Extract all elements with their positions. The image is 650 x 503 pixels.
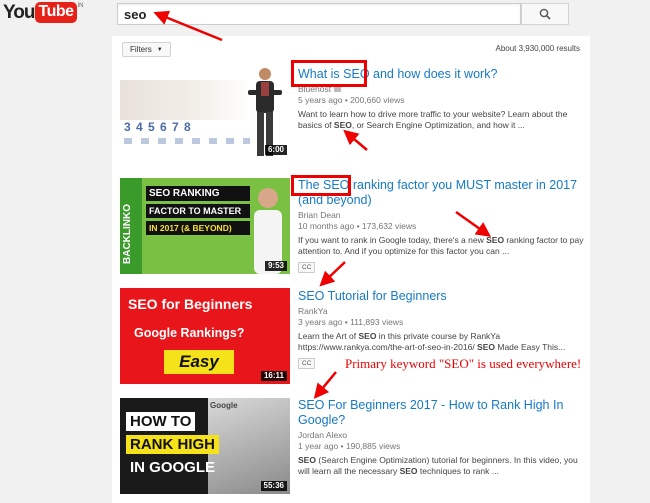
filters-label: Filters: [130, 45, 152, 54]
thumbnail-text: SEO RANKING FACTOR TO MASTER IN 2017 (& …: [146, 186, 250, 235]
thumbnail-text-line-3: IN GOOGLE: [130, 459, 216, 476]
video-meta: 5 years ago • 200,660 views: [298, 95, 405, 105]
cc-badge: CC: [298, 262, 316, 273]
logo-you-text: You: [3, 2, 36, 23]
video-thumbnail-3[interactable]: SEO for Beginners Google Rankings? Easy …: [120, 288, 290, 384]
video-thumbnail-1[interactable]: 3 4 5 6 7 8 6:00: [120, 62, 290, 158]
video-duration: 16:11: [260, 371, 287, 381]
annotation-text: Primary keyword "SEO" is used everywhere…: [345, 356, 582, 371]
video-meta: 10 months ago • 173,632 views: [298, 221, 417, 231]
channel-link[interactable]: RankYa: [298, 306, 588, 316]
thumbnail-text-line-3: Easy: [164, 350, 234, 374]
video-duration: 6:00: [264, 145, 287, 155]
video-meta: 3 years ago • 111,893 views: [298, 317, 404, 327]
video-description: If you want to rank in Google today, the…: [298, 235, 584, 256]
result-info-4: SEO For Beginners 2017 - How to Rank Hig…: [298, 398, 588, 476]
search-button[interactable]: [521, 3, 569, 25]
search-input[interactable]: seo: [117, 3, 521, 25]
video-description: SEO (Search Engine Optimization) tutoria…: [298, 455, 578, 476]
thumbnail-text-line-1: SEO for Beginners: [128, 296, 253, 312]
channel-link[interactable]: Jordan Alexo: [298, 430, 588, 440]
video-description: Learn the Art of SEO in this private cou…: [298, 331, 566, 352]
youtube-logo[interactable]: You Tube IN: [3, 2, 84, 24]
video-meta: 1 year ago • 190,885 views: [298, 441, 401, 451]
logo-region: IN: [77, 3, 84, 9]
filters-button[interactable]: Filters ▼: [122, 42, 171, 57]
cc-badge: CC: [298, 358, 316, 369]
video-duration: 55:36: [260, 481, 287, 491]
video-thumbnail-4[interactable]: Google HOW TO RANK HIGH IN GOOGLE 55:36: [120, 398, 290, 494]
video-duration: 9:53: [264, 261, 287, 271]
results-panel: Filters ▼ About 3,930,000 results 3 4 5 …: [112, 36, 590, 503]
video-description: Want to learn how to drive more traffic …: [298, 109, 568, 130]
thumbnail-text-line-2: Google Rankings?: [134, 326, 245, 340]
channel-link[interactable]: Brian Dean: [298, 210, 588, 220]
chevron-down-icon: ▼: [156, 46, 163, 53]
video-thumbnail-2[interactable]: BACKLINKO SEO RANKING FACTOR TO MASTER I…: [120, 178, 290, 274]
thumbnail-brand: Google: [210, 401, 238, 410]
highlight-box-title-1: [291, 60, 367, 87]
thumbnail-text-line-2: RANK HIGH: [126, 435, 219, 454]
video-title-link[interactable]: SEO Tutorial for Beginners: [298, 289, 588, 304]
logo-tube-text: Tube: [35, 2, 77, 23]
results-count: About 3,930,000 results: [495, 44, 580, 53]
thumbnail-text-line-1: HOW TO: [126, 412, 196, 431]
video-title-link[interactable]: SEO For Beginners 2017 - How to Rank Hig…: [298, 398, 588, 428]
thumbnail-brand: BACKLINKO: [122, 204, 133, 264]
search-icon: [539, 8, 551, 20]
highlight-box-title-2: [291, 175, 351, 196]
thumbnail-digits: 3 4 5 6 7 8: [124, 120, 192, 134]
